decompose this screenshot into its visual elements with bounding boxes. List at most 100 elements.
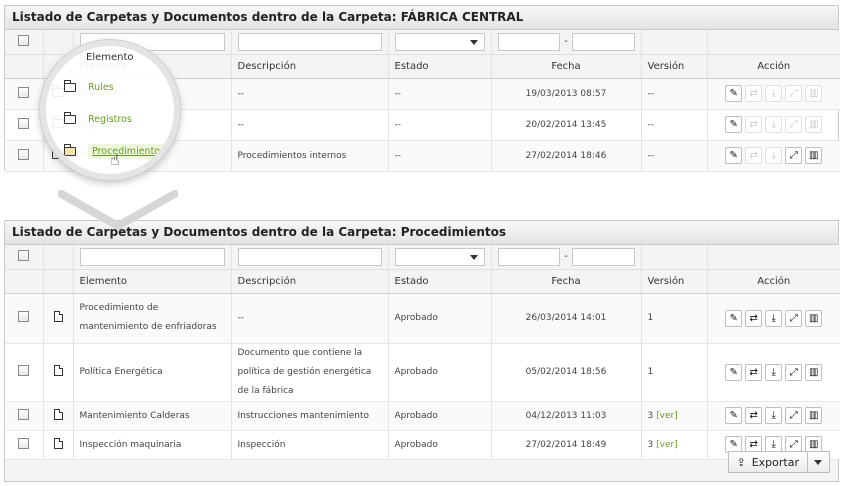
edit-icon[interactable]: ✎ <box>725 407 743 424</box>
move-icon: ⇄ <box>745 116 763 133</box>
document-name[interactable]: Inspección maquinaria <box>73 430 232 460</box>
trash-icon: ▥ <box>805 116 823 133</box>
row-checkbox[interactable] <box>18 148 30 160</box>
filter-date-from-input[interactable] <box>497 247 561 266</box>
export-icon: ⇪ <box>736 455 746 469</box>
hand-cursor-icon: ☝ <box>110 150 120 169</box>
column-header-version[interactable]: Versión <box>641 54 708 79</box>
row-version: -- <box>641 140 708 172</box>
filter-status-select[interactable] <box>394 247 485 266</box>
select-all-checkbox[interactable] <box>18 249 30 261</box>
date-separator: - <box>564 251 568 263</box>
folder-icon <box>64 112 76 124</box>
document-icon <box>53 408 63 420</box>
header-row: Elemento Descripción Estado Fecha Versió… <box>5 269 840 294</box>
row-checkbox[interactable] <box>18 365 30 376</box>
export-control: ⇪ Exportar <box>727 451 830 473</box>
document-name[interactable]: Mantenimiento Calderas <box>73 401 232 431</box>
link-icon[interactable]: ⤢ <box>785 407 803 424</box>
folder-panel-procedimientos: Listado de Carpetas y Documentos dentro … <box>4 220 840 482</box>
filter-description-input[interactable] <box>237 32 382 51</box>
select-all-checkbox[interactable] <box>18 34 30 46</box>
row-checkbox[interactable] <box>18 117 30 129</box>
row-status: Aprobado <box>388 430 492 460</box>
row-version: -- <box>641 109 708 141</box>
trash-icon[interactable]: ▥ <box>805 147 823 164</box>
filter-element-input[interactable] <box>79 247 225 266</box>
row-checkbox[interactable] <box>18 437 30 449</box>
edit-icon[interactable]: ✎ <box>725 309 743 327</box>
row-date: 04/12/2013 11:03 <box>491 401 642 431</box>
row-version: 1 <box>647 367 654 377</box>
row-description: Instrucciones mantenimiento <box>231 401 389 431</box>
document-icon <box>53 365 63 376</box>
trash-icon[interactable]: ▥ <box>805 363 823 381</box>
row-version: -- <box>641 78 708 110</box>
row-date: 20/02/2014 13:45 <box>491 109 642 141</box>
table-row: Inspección maquinaria Inspección Aprobad… <box>5 430 840 460</box>
table-row: Mantenimiento Calderas Instrucciones man… <box>5 401 840 431</box>
row-version: 3 <box>647 410 654 421</box>
filter-date-to-input[interactable] <box>571 32 635 51</box>
move-icon: ⇄ <box>745 85 763 102</box>
column-header-date[interactable]: Fecha <box>491 269 642 294</box>
download-icon[interactable]: ⤓ <box>765 407 783 424</box>
row-checkbox[interactable] <box>18 408 30 420</box>
export-button[interactable]: ⇪ Exportar <box>727 451 808 473</box>
lens-folder-link[interactable]: Registros <box>88 114 132 125</box>
move-icon[interactable]: ⇄ <box>745 309 763 327</box>
link-icon[interactable]: ⤢ <box>785 309 803 327</box>
column-header-status[interactable]: Estado <box>388 54 492 79</box>
version-view-link[interactable]: [ver] <box>656 411 678 421</box>
document-name[interactable]: Política Energética <box>73 343 232 402</box>
column-header-date[interactable]: Fecha <box>491 54 642 79</box>
edit-icon[interactable]: ✎ <box>725 85 743 102</box>
row-status: -- <box>388 109 492 141</box>
folder-icon <box>64 144 76 156</box>
row-status: -- <box>388 140 492 172</box>
filter-status-select[interactable] <box>394 32 485 51</box>
link-icon: ⤢ <box>785 116 803 133</box>
lens-header-element: Elemento <box>86 52 134 63</box>
edit-icon[interactable]: ✎ <box>725 363 743 381</box>
filter-date-to-input[interactable] <box>571 247 635 266</box>
row-description: -- <box>231 293 389 344</box>
move-icon[interactable]: ⇄ <box>745 407 763 424</box>
row-date: 27/02/2014 18:49 <box>491 430 642 460</box>
column-header-description[interactable]: Descripción <box>231 54 389 79</box>
edit-icon[interactable]: ✎ <box>725 147 743 164</box>
row-date: 27/02/2014 18:46 <box>491 140 642 172</box>
row-version: 1 <box>647 313 654 323</box>
column-header-version[interactable]: Versión <box>641 269 708 294</box>
row-description: Procedimientos internos <box>231 140 389 172</box>
trash-icon[interactable]: ▥ <box>805 309 823 327</box>
date-separator: - <box>564 36 568 48</box>
trash-icon[interactable]: ▥ <box>805 407 823 424</box>
download-icon[interactable]: ⤓ <box>765 309 783 327</box>
download-icon[interactable]: ⤓ <box>765 363 783 381</box>
edit-icon[interactable]: ✎ <box>725 116 743 133</box>
transition-arrow-icon <box>58 190 178 230</box>
filter-description-input[interactable] <box>237 247 382 266</box>
column-header-element[interactable]: Elemento <box>73 269 232 294</box>
row-checkbox[interactable] <box>18 86 30 98</box>
column-header-description[interactable]: Descripción <box>231 269 389 294</box>
column-header-status[interactable]: Estado <box>388 269 492 294</box>
download-icon: ⤓ <box>765 147 783 164</box>
document-name[interactable]: Procedimiento de mantenimiento de enfria… <box>73 293 232 344</box>
version-view-link[interactable]: [ver] <box>656 440 678 450</box>
document-icon <box>53 437 63 449</box>
lens-folder-link[interactable]: Rules <box>88 82 114 93</box>
link-icon[interactable]: ⤢ <box>785 363 803 381</box>
row-checkbox[interactable] <box>18 311 30 322</box>
download-icon: ⤓ <box>765 116 783 133</box>
move-icon[interactable]: ⇄ <box>745 363 763 381</box>
column-header-action: Acción <box>707 54 840 79</box>
filter-date-from-input[interactable] <box>497 32 561 51</box>
row-status: -- <box>388 78 492 110</box>
document-icon <box>53 311 63 322</box>
lens-folder-link-selected[interactable]: Procedimientos <box>88 144 170 159</box>
export-dropdown-toggle[interactable] <box>808 451 830 473</box>
link-icon[interactable]: ⤢ <box>785 147 803 164</box>
trash-icon: ▥ <box>805 85 823 102</box>
